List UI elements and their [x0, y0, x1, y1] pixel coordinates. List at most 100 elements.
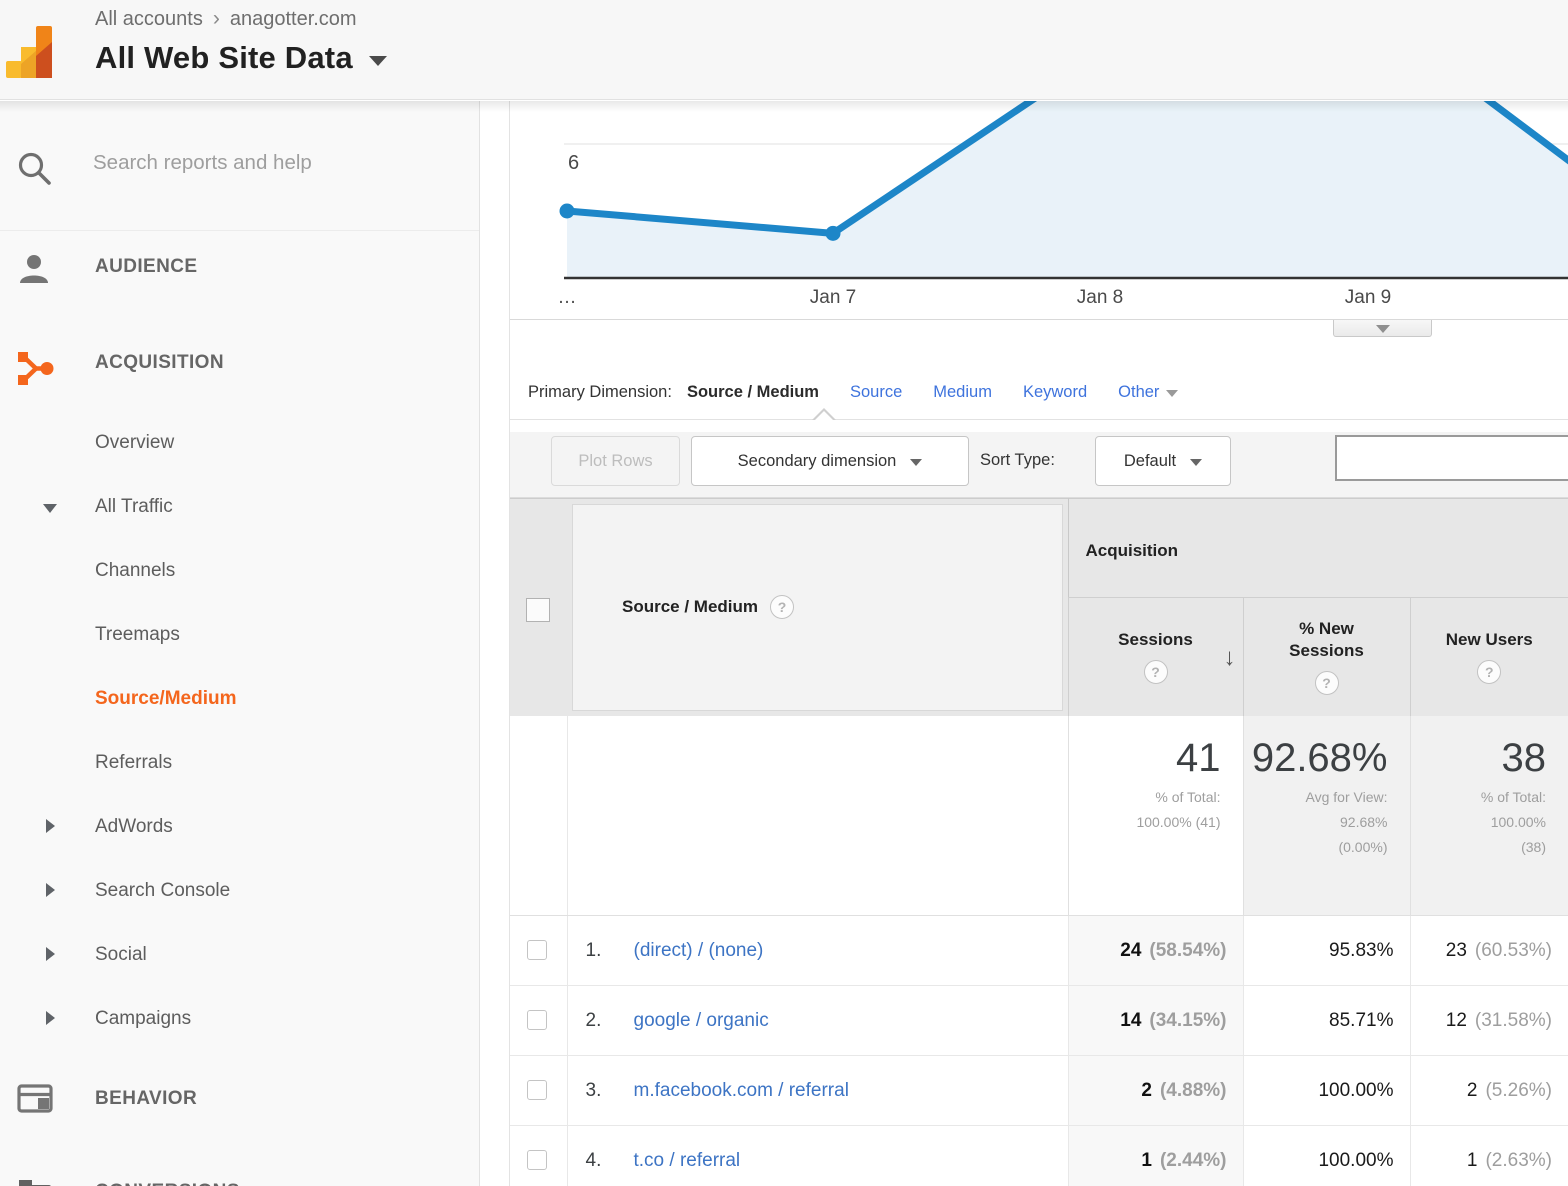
- row-checkbox-cell: [510, 1056, 567, 1126]
- sidebar-item-conversions[interactable]: CONVERSIONS: [0, 1177, 479, 1186]
- plot-rows-button[interactable]: Plot Rows: [551, 436, 680, 486]
- behavior-icon: [17, 1084, 53, 1119]
- sidebar-item-source-medium[interactable]: Source/Medium: [0, 684, 479, 716]
- sidebar-item-overview[interactable]: Overview: [0, 428, 479, 460]
- sidebar-item-social[interactable]: Social: [0, 940, 479, 972]
- row-dimension-content: 2.google / organic: [568, 986, 1068, 1055]
- table-row: 3.m.facebook.com / referral2(4.88%)100.0…: [510, 1056, 1568, 1126]
- sidebar-item-all-traffic[interactable]: All Traffic: [0, 492, 479, 524]
- chevron-right-icon[interactable]: [46, 819, 55, 833]
- x-axis-label: Jan 7: [810, 287, 856, 309]
- breadcrumb-separator-icon: ›: [213, 7, 220, 30]
- row-checkbox-cell: [510, 986, 567, 1056]
- sessions-percent: (34.15%): [1149, 1010, 1226, 1032]
- secondary-dimension-button[interactable]: Secondary dimension: [691, 436, 969, 486]
- sidebar-item-campaigns[interactable]: Campaigns: [0, 1004, 479, 1036]
- view-selector[interactable]: All Web Site Data: [95, 40, 387, 76]
- primary-dimension-link-keyword[interactable]: Keyword: [1023, 383, 1087, 402]
- sidebar-item-acquisition[interactable]: ACQUISITION: [0, 348, 479, 380]
- chevron-right-icon[interactable]: [46, 1011, 55, 1025]
- sort-type-label: Sort Type:: [980, 451, 1055, 470]
- chevron-down-icon: [910, 459, 922, 466]
- sidebar-item-treemaps[interactable]: Treemaps: [0, 620, 479, 652]
- sidebar-item-label: Referrals: [95, 752, 172, 774]
- source-medium-link[interactable]: t.co / referral: [634, 1150, 741, 1172]
- row-checkbox[interactable]: [527, 1010, 547, 1030]
- sidebar-item-label: Campaigns: [95, 1008, 191, 1030]
- primary-dimension-link-medium[interactable]: Medium: [933, 383, 992, 402]
- row-checkbox[interactable]: [527, 1080, 547, 1100]
- primary-dimension-active-source-medium[interactable]: Source / Medium: [687, 383, 819, 402]
- table-search-input[interactable]: [1335, 435, 1568, 481]
- row-checkbox[interactable]: [527, 940, 547, 960]
- row-dimension-cell: 2.google / organic: [567, 986, 1068, 1056]
- row-checkbox-cell: [510, 1126, 567, 1186]
- breadcrumb-all-accounts[interactable]: All accounts: [95, 8, 203, 30]
- sidebar-item-adwords[interactable]: AdWords: [0, 812, 479, 844]
- dimension-column-header[interactable]: Source / Medium ?: [567, 499, 1068, 716]
- sidebar: AUDIENCE ACQUISITION Overview All Traffic Ch…: [0, 101, 480, 1186]
- row-sessions-content: 1(2.44%): [1069, 1126, 1243, 1186]
- row-sessions-cell: 14(34.15%): [1068, 986, 1243, 1056]
- sessions-percent: (58.54%): [1149, 940, 1226, 962]
- row-pct-new-sessions-cell: 85.71%: [1243, 986, 1410, 1056]
- source-medium-link[interactable]: google / organic: [634, 1010, 769, 1032]
- source-medium-link[interactable]: m.facebook.com / referral: [634, 1080, 849, 1102]
- column-header-sessions[interactable]: Sessions ? ↓: [1068, 598, 1243, 716]
- secondary-dimension-label: Secondary dimension: [738, 452, 897, 471]
- table-row: 2.google / organic14(34.15%)85.71%12(31.…: [510, 986, 1568, 1056]
- select-all-checkbox[interactable]: [526, 598, 550, 622]
- sidebar-item-behavior[interactable]: BEHAVIOR: [0, 1084, 479, 1116]
- totals-new-users-subtext: % of Total:100.00%(38): [1411, 785, 1547, 860]
- help-icon[interactable]: ?: [770, 595, 794, 619]
- primary-dimension-link-source[interactable]: Source: [850, 383, 902, 402]
- sessions-chart: 6 …Jan 7Jan 8Jan 9: [510, 101, 1568, 320]
- sessions-header-label: Sessions: [1118, 629, 1193, 651]
- sidebar-item-search-console[interactable]: Search Console: [0, 876, 479, 908]
- x-axis-label: Jan 8: [1077, 287, 1123, 309]
- sidebar-search[interactable]: [0, 101, 479, 231]
- help-icon[interactable]: ?: [1477, 660, 1501, 684]
- chevron-down-icon[interactable]: [43, 504, 57, 513]
- primary-dimension-other[interactable]: Other: [1118, 383, 1178, 402]
- sidebar-item-label: ACQUISITION: [95, 352, 224, 374]
- dimension-header-label: Source / Medium: [622, 597, 758, 617]
- primary-dimension-links: Source Medium Keyword: [819, 383, 1087, 402]
- source-medium-link[interactable]: (direct) / (none): [634, 940, 764, 962]
- row-pct-new-sessions-cell: 100.00%: [1243, 1056, 1410, 1126]
- sidebar-item-label: AdWords: [95, 816, 173, 838]
- chart-collapse-tab[interactable]: [1333, 320, 1432, 337]
- sidebar-item-audience[interactable]: AUDIENCE: [0, 252, 479, 284]
- sessions-value: 2: [1141, 1080, 1152, 1102]
- source-medium-table: Source / Medium ? Acquisition Sessions ?…: [510, 498, 1568, 1186]
- breadcrumb-property[interactable]: anagotter.com: [230, 8, 357, 30]
- chart-data-point[interactable]: [560, 204, 575, 219]
- chart-data-point[interactable]: [826, 226, 841, 241]
- sidebar-item-referrals[interactable]: Referrals: [0, 748, 479, 780]
- column-header-pct-new-sessions[interactable]: % New Sessions ?: [1243, 598, 1410, 716]
- sidebar-item-label: Overview: [95, 432, 174, 454]
- help-icon[interactable]: ?: [1315, 671, 1339, 695]
- totals-sessions-subtext: % of Total:100.00% (41): [1069, 785, 1221, 835]
- chevron-down-icon: [1166, 390, 1178, 397]
- column-header-new-users[interactable]: New Users ?: [1410, 598, 1568, 716]
- sidebar-item-channels[interactable]: Channels: [0, 556, 479, 588]
- new-users-percent: (5.26%): [1485, 1080, 1552, 1102]
- chevron-right-icon[interactable]: [46, 947, 55, 961]
- row-checkbox[interactable]: [527, 1150, 547, 1170]
- sessions-value: 1: [1141, 1150, 1152, 1172]
- help-icon[interactable]: ?: [1144, 660, 1168, 684]
- row-new-users-cell: 2(5.26%): [1410, 1056, 1568, 1126]
- sort-descending-icon[interactable]: ↓: [1224, 644, 1236, 672]
- plot-rows-label: Plot Rows: [578, 452, 652, 471]
- chart-area-fill: [567, 101, 1568, 277]
- sidebar-item-label: CONVERSIONS: [95, 1181, 240, 1186]
- sidebar-item-label: Search Console: [95, 880, 230, 902]
- row-dimension-content: 4.t.co / referral: [568, 1126, 1068, 1186]
- row-sessions-content: 24(58.54%): [1069, 916, 1243, 985]
- sort-type-dropdown[interactable]: Default: [1095, 436, 1231, 486]
- sidebar-item-label: Source/Medium: [95, 688, 236, 710]
- chevron-right-icon[interactable]: [46, 883, 55, 897]
- table-toolbar: Plot Rows Secondary dimension Sort Type:…: [510, 420, 1568, 498]
- search-input[interactable]: [93, 151, 423, 175]
